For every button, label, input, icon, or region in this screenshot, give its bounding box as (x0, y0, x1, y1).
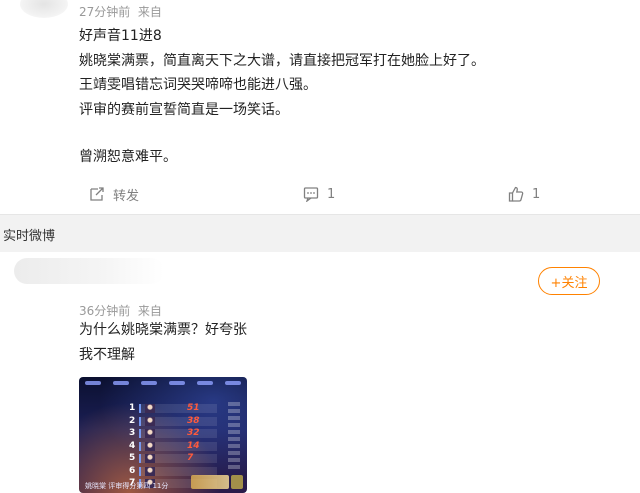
weibo-post: +关注 36分钟前 来自 为什么姚晓棠满票？好夸张 我不理解 1 51 2 38 3 32… (0, 252, 640, 493)
repost-button[interactable]: 转发 (89, 184, 139, 204)
post-meta: 36分钟前 来自 (79, 302, 162, 319)
post-text-line: 王靖雯唱错忘词哭哭啼啼也能进八强。 (79, 77, 317, 93)
post-text-line: 好声音11进8 (79, 28, 162, 44)
contestant-thumb (145, 404, 155, 413)
side-banner (228, 402, 240, 472)
repost-icon (90, 187, 104, 201)
post-source: 来自 (137, 5, 162, 19)
rank-score: 51 (187, 403, 200, 413)
rank-score: 32 (187, 428, 200, 438)
rank-number: 4 (129, 440, 136, 451)
section-header: 实时微博 (0, 214, 640, 252)
rank-number: 3 (129, 428, 136, 438)
show-logo-small (231, 475, 243, 489)
post-text-line: 评审的赛前宣誓简直是一场笑话。 (79, 102, 289, 118)
post-meta: 27分钟前 来自 (79, 3, 162, 20)
post-text-line: 我不理解 (79, 347, 135, 363)
rank-number: 6 (129, 465, 136, 476)
blur-mask (162, 299, 242, 317)
repost-label: 转发 (113, 188, 140, 204)
post-text-line: 为什么姚晓棠满票？好夸张 (79, 322, 247, 338)
rank-score: 7 (187, 453, 194, 463)
rank-number: 1 (129, 403, 136, 413)
like-button[interactable]: 1 (508, 184, 540, 204)
post-time[interactable]: 36分钟前 (79, 304, 130, 318)
post-text-line: 曾溯恕意难平。 (79, 149, 177, 165)
post-text-line: 姚晓棠满票，简直离天下之大谱，请直接把冠军打在她脸上好了。 (79, 53, 485, 69)
weibo-post: 27分钟前 来自 好声音11进8 姚晓棠满票，简直离天下之大谱，请直接把冠军打在… (0, 0, 640, 214)
show-logo (191, 475, 229, 489)
follow-label: +关注 (550, 275, 588, 291)
comment-icon (303, 187, 319, 202)
rank-score: 38 (187, 415, 200, 426)
comment-button[interactable]: 1 (303, 184, 335, 204)
rank-score: 14 (187, 440, 200, 451)
contestant-thumb (145, 441, 155, 451)
contestant-thumb (145, 466, 155, 476)
contestant-thumb (145, 429, 155, 438)
avatar[interactable] (14, 258, 164, 284)
like-count: 1 (532, 186, 541, 202)
post-image[interactable]: 1 51 2 38 3 32 4 14 5 7 6 7 姚晓棠 评审得分第四 11分 (79, 377, 247, 493)
contestant-thumb (145, 454, 155, 463)
comment-count: 1 (327, 186, 336, 202)
post-source: 来自 (137, 304, 162, 318)
image-caption: 姚晓棠 评审得分第四 11分 (85, 482, 169, 490)
section-title: 实时微博 (3, 229, 56, 244)
like-icon (508, 186, 524, 202)
rank-number: 5 (129, 453, 136, 463)
follow-button[interactable]: +关注 (538, 267, 600, 295)
contestant-thumb (145, 416, 155, 426)
judges-row (79, 379, 247, 389)
blur-mask (162, 0, 242, 18)
post-time[interactable]: 27分钟前 (79, 5, 130, 19)
rank-number: 2 (129, 415, 136, 426)
avatar[interactable] (20, 0, 68, 18)
